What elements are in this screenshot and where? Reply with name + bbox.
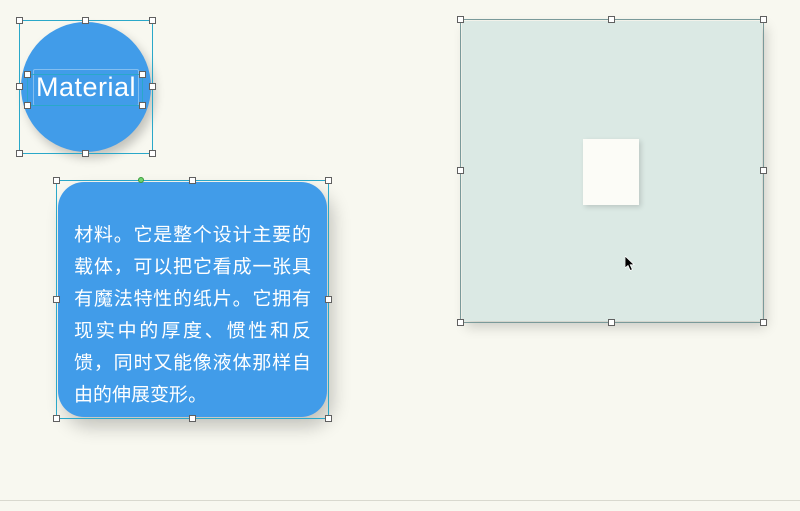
resize-handle[interactable] [760,319,767,326]
resize-handle[interactable] [53,415,60,422]
canvas-baseline [0,500,800,501]
resize-handle[interactable] [149,17,156,24]
resize-handle[interactable] [189,415,196,422]
resize-handle[interactable] [139,71,146,78]
resize-handle[interactable] [760,167,767,174]
resize-handle[interactable] [457,167,464,174]
resize-handle[interactable] [457,319,464,326]
resize-handle[interactable] [53,296,60,303]
resize-handle[interactable] [760,16,767,23]
resize-handle[interactable] [24,71,31,78]
selection-box-panel[interactable] [460,19,764,323]
rotation-handle[interactable] [138,177,144,183]
resize-handle[interactable] [16,83,23,90]
resize-handle[interactable] [82,150,89,157]
resize-handle[interactable] [53,177,60,184]
resize-handle[interactable] [16,150,23,157]
resize-handle[interactable] [149,83,156,90]
resize-handle[interactable] [325,177,332,184]
resize-handle[interactable] [16,17,23,24]
resize-handle[interactable] [325,415,332,422]
selection-box-card[interactable] [56,180,329,419]
resize-handle[interactable] [457,16,464,23]
resize-handle[interactable] [82,17,89,24]
resize-handle[interactable] [24,102,31,109]
resize-handle[interactable] [189,177,196,184]
resize-handle[interactable] [139,102,146,109]
resize-handle[interactable] [608,16,615,23]
resize-handle[interactable] [149,150,156,157]
resize-handle[interactable] [325,296,332,303]
selection-box-circle-text[interactable] [27,74,143,106]
resize-handle[interactable] [608,319,615,326]
